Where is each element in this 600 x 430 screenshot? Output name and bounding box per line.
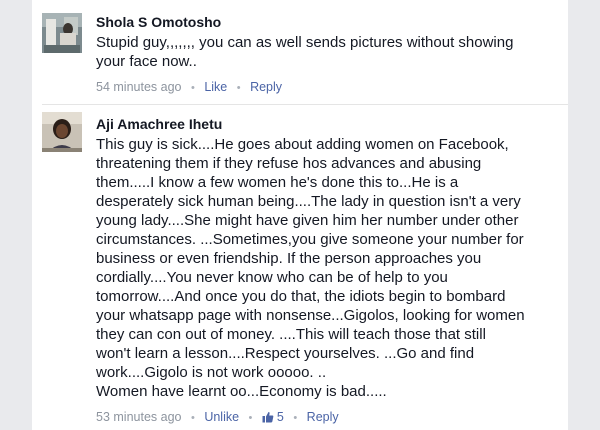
comment-text: This guy is sick....He goes about adding… (96, 136, 525, 400)
avatar[interactable] (42, 112, 82, 152)
timestamp: 54 minutes ago (96, 80, 182, 94)
reply-link[interactable]: Reply (250, 80, 282, 94)
reply-link[interactable]: Reply (307, 410, 339, 424)
separator-dot: • (190, 82, 195, 94)
commenter-name[interactable]: Shola S Omotosho (96, 13, 562, 31)
comment-meta: 54 minutes ago • Like • Reply (96, 79, 562, 96)
timestamp: 53 minutes ago (96, 410, 182, 424)
separator-dot: • (190, 412, 195, 424)
like-count[interactable]: 5 (262, 410, 287, 424)
thumbs-up-icon (262, 411, 274, 423)
like-link[interactable]: Like (204, 80, 227, 94)
avatar[interactable] (42, 13, 82, 53)
separator-dot: • (293, 412, 298, 424)
commenter-name[interactable]: Aji Amachree Ihetu (96, 115, 562, 133)
unlike-link[interactable]: Unlike (204, 410, 239, 424)
comments-panel: Shola S Omotosho Stupid guy,,,,,,, you c… (32, 0, 568, 430)
separator-dot: • (248, 412, 253, 424)
separator-dot: • (236, 82, 241, 94)
comment-text: Stupid guy,,,,,,, you can as well sends … (96, 34, 514, 70)
comment-divider (42, 104, 568, 105)
comment-meta: 53 minutes ago • Unlike • 5 • Reply (96, 409, 562, 426)
like-count-value: 5 (276, 410, 284, 424)
